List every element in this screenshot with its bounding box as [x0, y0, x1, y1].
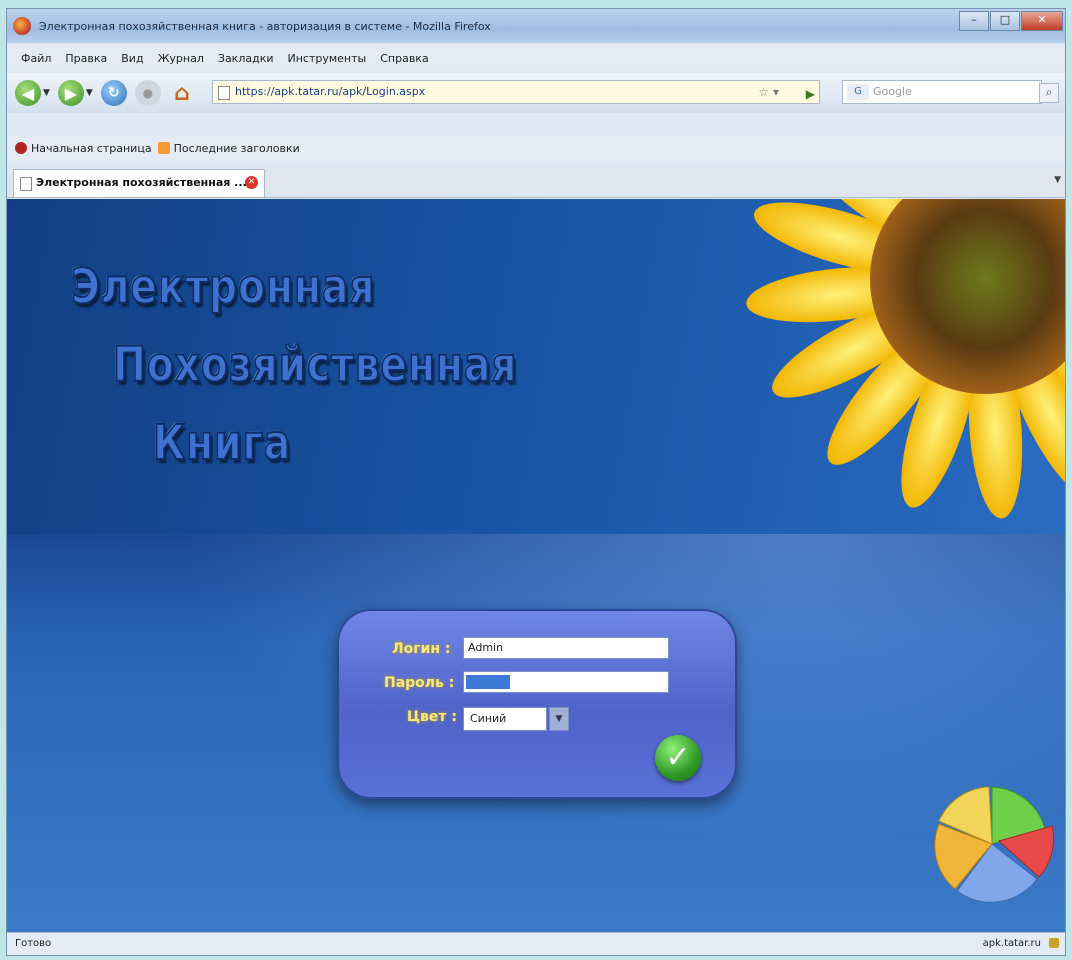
status-text: Готово — [15, 938, 52, 949]
close-button[interactable]: ✕ — [1021, 11, 1063, 31]
menu-item-edit[interactable]: Правка — [65, 52, 107, 65]
tab-active[interactable]: Электронная похозяйственная ... ✕ — [13, 169, 265, 197]
rss-icon — [157, 142, 170, 154]
menu-item-help[interactable]: Справка — [380, 52, 428, 65]
page-content: Электронная Похозяйственная Книга Логин … — [7, 199, 1065, 934]
page-title-line-2: Похозяйственная — [112, 336, 518, 394]
bookmarks-toolbar: Начальная страница Последние заголовки — [7, 135, 1065, 161]
firefox-icon — [13, 17, 31, 35]
url-text: https://apk.tatar.ru/apk/Login.aspx — [235, 85, 426, 98]
password-input[interactable] — [463, 671, 669, 693]
reload-button[interactable]: ↻ — [100, 80, 127, 106]
menu-item-tools[interactable]: Инструменты — [288, 52, 367, 65]
submit-button[interactable]: ✓ — [655, 735, 701, 781]
login-label: Логин : — [392, 641, 451, 657]
tab-list-dropdown-icon[interactable]: ▼ — [1054, 175, 1061, 185]
color-select[interactable]: Синий — [463, 707, 547, 731]
search-magnifier-icon[interactable]: ⌕ — [1039, 83, 1059, 103]
menu-item-file[interactable]: Файл — [21, 52, 51, 65]
go-arrow-icon[interactable]: ▶ — [806, 83, 815, 105]
checkmark-icon: ✓ — [665, 740, 691, 775]
reload-icon: ↻ — [107, 85, 120, 101]
menu-item-history[interactable]: Журнал — [158, 52, 204, 65]
lock-icon[interactable] — [1049, 938, 1059, 948]
back-button[interactable]: ◀ — [15, 80, 41, 106]
status-bar: Готово apk.tatar.ru — [7, 932, 1065, 955]
home-button[interactable]: ⌂ — [169, 80, 195, 106]
forward-button[interactable]: ▶ — [57, 80, 84, 106]
back-history-dropdown-icon[interactable]: ▼ — [43, 88, 50, 98]
window-title: Электронная похозяйственная книга - авто… — [39, 19, 491, 33]
page-title-line-3: Книга — [152, 414, 292, 472]
search-engine-icon[interactable]: G — [847, 84, 869, 100]
status-domain: apk.tatar.ru — [982, 938, 1041, 949]
menu-item-view[interactable]: Вид — [121, 52, 143, 65]
bookmark-star-icon[interactable]: ☆ ▾ — [758, 81, 779, 103]
forward-history-dropdown-icon[interactable]: ▼ — [86, 88, 93, 98]
page-icon — [20, 177, 32, 191]
bookmark-home-page[interactable]: Начальная страница — [31, 142, 152, 155]
home-page-bookmark-icon — [15, 142, 27, 154]
minimize-button[interactable]: – — [959, 11, 989, 31]
tab-close-icon[interactable]: ✕ — [245, 176, 258, 189]
browser-window: Электронная похозяйственная книга - авто… — [6, 8, 1066, 956]
maximize-button[interactable]: □ — [990, 11, 1020, 31]
stop-button[interactable]: ● — [134, 80, 161, 106]
menu-item-bookmarks[interactable]: Закладки — [218, 52, 274, 65]
stop-icon: ● — [142, 86, 154, 100]
sunflower-image — [746, 199, 1065, 519]
search-placeholder: Google — [873, 85, 912, 98]
chevron-down-icon[interactable]: ▼ — [549, 707, 569, 731]
navigation-toolbar: ◀ ▼ ▶ ▼ ↻ ● ⌂ https://apk.tatar.ru/apk/L… — [7, 73, 1065, 113]
tab-strip: Электронная похозяйственная ... ✕ ▼ — [7, 167, 1065, 198]
login-form: Логин : Admin Пароль : Цвет : Синий ▼ ✓ — [337, 609, 737, 799]
page-icon — [218, 86, 230, 100]
home-icon: ⌂ — [173, 80, 190, 106]
arrow-right-icon: ▶ — [64, 83, 78, 103]
bookmark-latest-headlines[interactable]: Последние заголовки — [174, 142, 300, 155]
tab-label: Электронная похозяйственная ... — [36, 176, 247, 189]
arrow-left-icon: ◀ — [21, 83, 35, 103]
login-input[interactable]: Admin — [463, 637, 669, 659]
password-label: Пароль : — [384, 675, 455, 691]
page-title-line-1: Электронная — [70, 258, 376, 316]
title-bar: Электронная похозяйственная книга - авто… — [7, 9, 1065, 43]
menu-bar: Файл Правка Вид Журнал Закладки Инструме… — [7, 45, 1065, 71]
url-bar[interactable]: https://apk.tatar.ru/apk/Login.aspx ☆ ▾ … — [212, 80, 820, 104]
window-controls: – □ ✕ — [958, 11, 1063, 31]
password-mask — [466, 675, 510, 689]
color-label: Цвет : — [407, 709, 457, 725]
search-input[interactable]: G Google — [842, 80, 1042, 104]
pie-chart-logo — [934, 786, 1054, 903]
